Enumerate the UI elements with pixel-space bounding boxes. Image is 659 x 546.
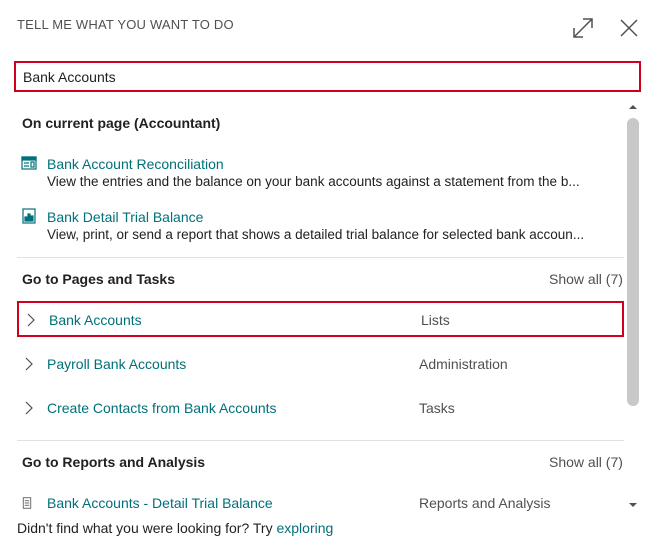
- chevron-right-icon: [23, 401, 35, 415]
- row-title: Bank Accounts - Detail Trial Balance: [47, 495, 273, 511]
- document-icon: [21, 496, 37, 512]
- expand-icon[interactable]: [570, 15, 596, 41]
- row-category: Lists: [421, 312, 450, 328]
- pages-row-payroll-bank-accounts[interactable]: Payroll Bank Accounts Administration: [17, 347, 624, 383]
- exploring-link[interactable]: exploring: [276, 520, 333, 536]
- dialog-header: TELL ME WHAT YOU WANT TO DO: [0, 0, 659, 56]
- row-title: Bank Accounts: [49, 312, 142, 328]
- section-heading-reports: Go to Reports and Analysis: [22, 454, 206, 470]
- worksheet-icon: [21, 155, 37, 171]
- report-icon: [21, 208, 37, 224]
- show-all-pages-link[interactable]: Show all (7): [549, 271, 623, 287]
- divider: [17, 440, 624, 441]
- results-list: On current page (Accountant) Bank Accoun…: [0, 100, 626, 515]
- footer-text: Didn't find what you were looking for? T…: [17, 520, 277, 536]
- dialog-title: TELL ME WHAT YOU WANT TO DO: [17, 17, 234, 32]
- current-page-item-description: View, print, or send a report that shows…: [47, 227, 585, 242]
- current-page-item-title[interactable]: Bank Account Reconciliation: [47, 156, 224, 172]
- section-heading-current-page: On current page (Accountant): [22, 115, 221, 131]
- section-heading-pages-tasks: Go to Pages and Tasks: [22, 271, 176, 287]
- close-icon[interactable]: [616, 15, 642, 41]
- row-title: Payroll Bank Accounts: [47, 356, 187, 372]
- pages-row-create-contacts[interactable]: Create Contacts from Bank Accounts Tasks: [17, 391, 624, 427]
- results-scrollbar[interactable]: [626, 100, 640, 515]
- current-page-item-title[interactable]: Bank Detail Trial Balance: [47, 209, 203, 225]
- pages-row-bank-accounts[interactable]: Bank Accounts Lists: [17, 301, 624, 337]
- row-title: Create Contacts from Bank Accounts: [47, 400, 277, 416]
- chevron-right-icon: [23, 357, 35, 371]
- reports-row-detail-trial-balance[interactable]: Bank Accounts - Detail Trial Balance Rep…: [17, 486, 624, 515]
- row-category: Administration: [419, 356, 508, 372]
- chevron-right-icon: [25, 313, 37, 327]
- current-page-item-description: View the entries and the balance on your…: [47, 174, 580, 189]
- search-input[interactable]: [16, 63, 639, 90]
- show-all-reports-link[interactable]: Show all (7): [549, 454, 623, 470]
- scroll-thumb[interactable]: [627, 118, 639, 406]
- divider: [17, 257, 624, 258]
- row-category: Reports and Analysis: [419, 495, 551, 511]
- footer-message: Didn't find what you were looking for? T…: [17, 520, 333, 536]
- row-category: Tasks: [419, 400, 455, 416]
- scroll-down-arrow-icon[interactable]: [626, 498, 640, 512]
- scroll-up-arrow-icon[interactable]: [626, 100, 640, 114]
- search-field-wrapper: [14, 61, 641, 92]
